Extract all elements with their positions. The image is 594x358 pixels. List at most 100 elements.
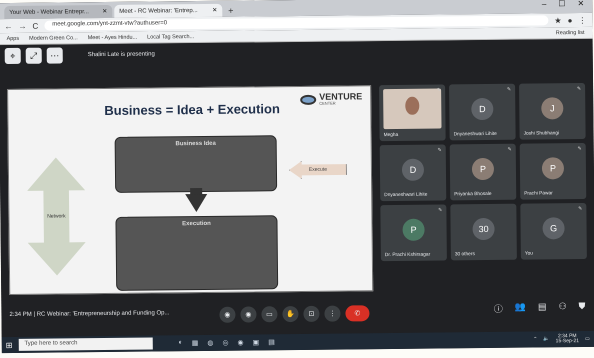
chrome-icon[interactable]: ◎ xyxy=(222,339,228,347)
more-options-button[interactable]: ⋮ xyxy=(324,305,341,322)
volume-icon[interactable]: 🔈 xyxy=(543,336,549,342)
tray-clock[interactable]: 2:34 PM 15-Sep-21 xyxy=(556,333,579,345)
bookmark-item[interactable]: Meet - Ayes Hindu... xyxy=(88,34,137,41)
info-icon[interactable]: ⓘ xyxy=(494,302,503,315)
app-icon[interactable]: ◉ xyxy=(237,339,244,347)
mic-off-icon: ✎ xyxy=(436,87,442,94)
presenting-banner: ⌖ ⤢ ⋯ Shalini Late is presenting xyxy=(4,45,155,65)
participant-video xyxy=(383,88,442,130)
maximize-button[interactable]: ☐ xyxy=(558,0,565,8)
reload-icon[interactable]: C xyxy=(32,21,38,30)
more-icon[interactable]: ⋯ xyxy=(46,47,63,64)
bookmark-item[interactable]: Local Tag Search... xyxy=(147,34,194,40)
participant-name: Megha xyxy=(383,132,399,139)
browser-tab-1[interactable]: Your Web - Webinar Entrepr... ✕ xyxy=(4,4,113,20)
forward-icon[interactable]: → xyxy=(18,21,26,30)
captions-button[interactable]: ▭ xyxy=(261,306,278,323)
tab-label: Your Web - Webinar Entrepr... xyxy=(9,8,89,16)
new-tab-button[interactable]: + xyxy=(224,6,237,17)
raise-hand-button[interactable]: ✋ xyxy=(282,305,299,323)
avatar: P xyxy=(471,157,495,181)
participant-tile[interactable]: ✎ D Dnyaneshwari Lihite xyxy=(379,144,447,202)
edge-icon[interactable]: ◍ xyxy=(207,339,213,347)
participant-name: Dr. Prachi Kshirsagar xyxy=(384,252,431,259)
mic-off-icon: ✎ xyxy=(577,146,582,153)
participant-tile[interactable]: ✎ P Priyanka Bhosale xyxy=(449,143,517,201)
idea-box: Business Idea xyxy=(114,135,278,193)
reading-list-button[interactable]: Reading list xyxy=(556,29,585,35)
back-icon[interactable]: ← xyxy=(4,21,12,30)
avatar: G xyxy=(542,217,565,240)
idea-box-text xyxy=(120,148,272,150)
meeting-time: 2:34 PM xyxy=(9,311,32,319)
participant-name: Priyanka Bhosale xyxy=(454,191,492,198)
close-icon[interactable]: ✕ xyxy=(102,8,107,15)
participant-name: Dnyaneshwari Lihite xyxy=(384,192,428,199)
meeting-side-icons: ⓘ 👥 ▤ ⚇ ⛊ xyxy=(494,301,586,315)
meet-window: ⌖ ⤢ ⋯ Shalini Late is presenting VENTURE… xyxy=(0,38,594,338)
participant-tile[interactable]: ✎ P Dr. Prachi Kshirsagar xyxy=(380,204,447,262)
profile-icon[interactable]: ● xyxy=(568,16,573,25)
tab-label: Meet - RC Webinar: 'Entrep... xyxy=(119,7,198,15)
camera-button[interactable]: ◉ xyxy=(240,306,257,323)
idea-box-title: Business Idea xyxy=(175,140,216,148)
minimize-button[interactable]: – xyxy=(542,0,547,8)
end-call-button[interactable]: ✆ xyxy=(345,305,370,322)
face-image xyxy=(405,96,420,115)
participant-name: Dnyaneshwari Lihite xyxy=(453,131,497,138)
presentation-slide: VENTURE CENTER Business = Idea + Executi… xyxy=(7,85,374,296)
menu-icon[interactable]: ⋮ xyxy=(578,15,586,24)
mic-off-icon: ✎ xyxy=(578,206,583,213)
avatar: D xyxy=(471,97,494,121)
system-tray: ⌃ 🔈 2:34 PM 15-Sep-21 ▭ xyxy=(533,333,594,345)
activities-icon[interactable]: ⚇ xyxy=(558,301,566,314)
people-icon[interactable]: 👥 xyxy=(515,302,526,315)
present-button[interactable]: ⊡ xyxy=(303,305,320,322)
participant-tile[interactable]: 30 30 others xyxy=(450,203,517,261)
pin-icon[interactable]: ⌖ xyxy=(4,47,21,65)
participant-name: 30 others xyxy=(454,252,475,258)
chat-icon[interactable]: ▤ xyxy=(538,301,547,314)
start-icon[interactable]: ⊞ xyxy=(6,340,13,349)
close-icon[interactable]: ✕ xyxy=(212,7,217,14)
mic-off-icon: ✎ xyxy=(506,86,512,93)
close-window-button[interactable]: ✕ xyxy=(577,0,584,8)
participant-tile[interactable]: ✎ G You xyxy=(520,202,587,260)
avatar: P xyxy=(541,157,565,180)
meeting-info: 2:34 PM | RC Webinar: 'Entrepreneurship … xyxy=(9,310,170,319)
mail-icon[interactable]: ▤ xyxy=(268,338,275,346)
bookmark-apps[interactable]: Apps xyxy=(7,35,20,41)
shield-icon[interactable]: ⛊ xyxy=(579,301,586,314)
participant-name: You xyxy=(524,251,533,257)
notifications-icon[interactable]: ▭ xyxy=(585,336,590,342)
meeting-bottom-bar: 2:34 PM | RC Webinar: 'Entrepreneurship … xyxy=(1,287,594,337)
taskbar-search-input[interactable]: Type here to search xyxy=(18,337,153,351)
participant-tile[interactable]: ✎ P Prachi Pawar xyxy=(519,142,587,200)
eye-logo-icon xyxy=(300,94,317,105)
expand-icon[interactable]: ⤢ xyxy=(25,47,42,64)
meeting-controls: ◉ ◉ ▭ ✋ ⊡ ⋮ ✆ xyxy=(219,305,370,323)
execution-box: Execution xyxy=(115,215,279,291)
mic-off-icon: ✎ xyxy=(507,146,512,153)
network-icon[interactable]: ⌃ xyxy=(533,336,537,342)
down-arrow-icon xyxy=(185,193,208,213)
avatar-group: 30 xyxy=(472,217,495,241)
participant-tile[interactable]: ✎ Megha xyxy=(379,84,446,142)
mic-off-icon: ✎ xyxy=(576,86,582,93)
mic-button[interactable]: ◉ xyxy=(219,306,236,323)
store-icon[interactable]: ▣ xyxy=(253,338,260,346)
star-icon[interactable]: ★ xyxy=(554,16,561,25)
task-view-icon[interactable]: ◐ xyxy=(178,339,182,347)
file-explorer-icon[interactable]: ▦ xyxy=(192,339,199,347)
mic-off-icon: ✎ xyxy=(437,147,442,154)
left-arrow-shape: Execute xyxy=(289,160,347,179)
execution-box-text xyxy=(121,228,273,230)
mic-off-icon: ✎ xyxy=(438,207,443,214)
participant-name: Prachi Pawar xyxy=(524,191,553,197)
participant-tile[interactable]: ✎ J Joshi Shubhangi xyxy=(519,82,586,140)
screen: Your Web - Webinar Entrepr... ✕ Meet - R… xyxy=(0,0,594,354)
participant-tile[interactable]: ✎ D Dnyaneshwari Lihite xyxy=(449,83,516,141)
left-arrow-label: Execute xyxy=(308,166,328,173)
browser-tab-2[interactable]: Meet - RC Webinar: 'Entrep... ✕ xyxy=(114,3,223,18)
bookmark-item[interactable]: Modern Green Co... xyxy=(29,35,78,42)
